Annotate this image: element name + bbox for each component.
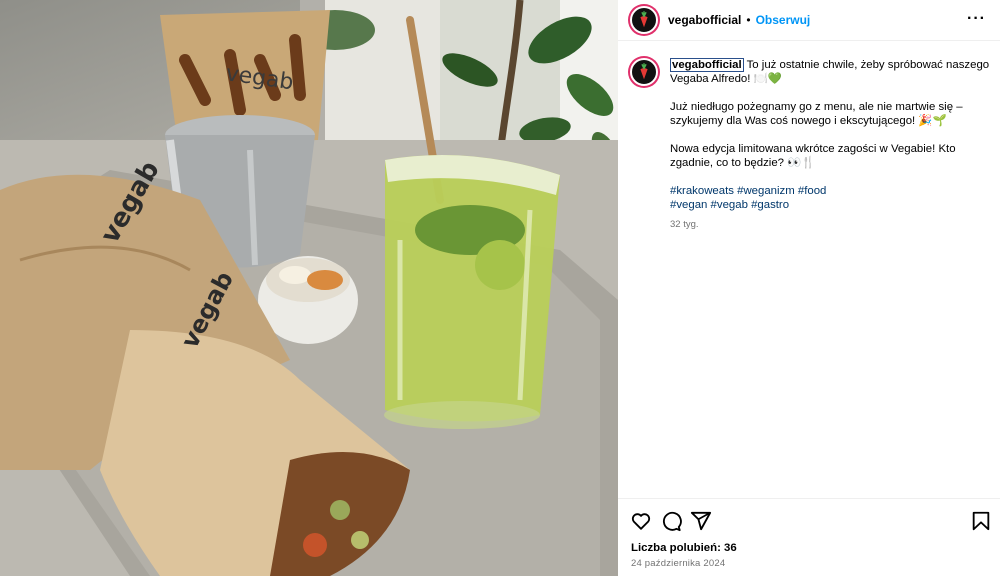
caption-line-3: Nowa edycja limitowana wkrótce zagości w… (670, 143, 956, 169)
username[interactable]: vegabofficial (668, 13, 741, 27)
post-panel: vegabofficial • Obserwuj ··· vegaboffici… (618, 0, 1000, 576)
hashtags: #krakoweats #weganizm #food #vegan #vega… (670, 184, 990, 212)
hashtags-line-2[interactable]: #vegan #vegab #gastro (670, 198, 990, 212)
divider (618, 40, 1000, 41)
caption: vegabofficial To już ostatnie chwile, że… (630, 58, 990, 232)
time-ago: 32 tyg. (670, 219, 699, 230)
caption-username[interactable]: vegabofficial (670, 58, 744, 72)
carrot-icon (640, 63, 648, 80)
action-bar (630, 510, 992, 532)
comment-icon[interactable] (660, 510, 682, 532)
carrot-icon (640, 11, 648, 28)
hashtags-line-1[interactable]: #krakoweats #weganizm #food (670, 184, 990, 198)
caption-avatar[interactable] (630, 58, 658, 86)
caption-line-2: Już niedługo pożegnamy go z menu, ale ni… (670, 101, 963, 127)
post-header: vegabofficial • Obserwuj ··· (618, 0, 1000, 40)
post-photo[interactable]: vegab vegab vegab (0, 0, 618, 576)
more-icon[interactable]: ··· (967, 10, 986, 28)
separator-dot: • (746, 13, 751, 27)
likes-count[interactable]: Liczba polubień: 36 (631, 542, 737, 554)
divider (618, 498, 1000, 499)
follow-button[interactable]: Obserwuj (756, 13, 811, 27)
bookmark-icon[interactable] (970, 510, 992, 532)
heart-icon[interactable] (630, 510, 652, 532)
post-date: 24 października 2024 (631, 558, 726, 569)
share-icon[interactable] (690, 510, 712, 532)
avatar[interactable] (630, 6, 658, 34)
photo-illustration: vegab vegab vegab (0, 0, 618, 576)
caption-body: vegabofficial To już ostatnie chwile, że… (670, 58, 990, 232)
